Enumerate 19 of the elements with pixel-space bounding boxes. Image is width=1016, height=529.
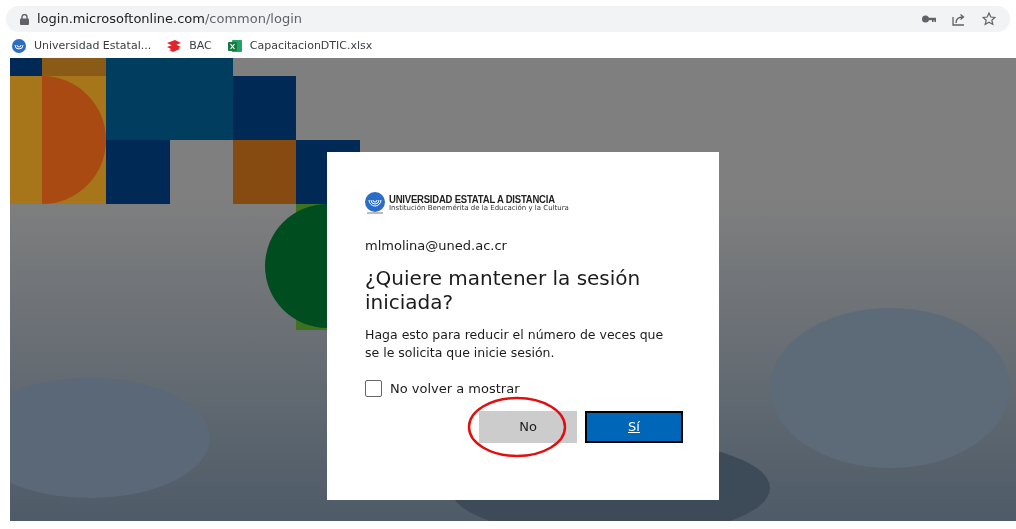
lock-icon bbox=[20, 13, 29, 25]
bookmark-link[interactable]: CapacitacionDTIC.xlsx bbox=[249, 37, 373, 55]
account-email: mlmolina@uned.ac.cr bbox=[365, 237, 508, 255]
yes-button[interactable]: Sí bbox=[585, 410, 683, 443]
university-logo-icon bbox=[365, 192, 385, 214]
dialog-title: ¿Quiere mantener la sesión iniciada? bbox=[365, 265, 642, 314]
checkbox-label: No volver a mostrar bbox=[390, 380, 520, 398]
bookmark-link[interactable]: BAC bbox=[189, 37, 212, 55]
star-icon[interactable] bbox=[982, 12, 996, 26]
university-name: UNIVERSIDAD ESTATAL A DISTANCIA bbox=[389, 192, 555, 205]
share-icon[interactable] bbox=[952, 12, 966, 26]
spreadsheet-icon bbox=[227, 39, 242, 53]
dialog-description: Haga esto para reducir el número de veces que se le solicita que inicie sesión. bbox=[365, 325, 665, 363]
bookmark-link[interactable]: Universidad Estatal... bbox=[34, 37, 152, 55]
checkbox[interactable] bbox=[365, 380, 382, 398]
globe-lines-icon bbox=[12, 39, 26, 53]
no-button[interactable]: No bbox=[479, 410, 577, 443]
key-icon[interactable] bbox=[922, 15, 936, 23]
bank-logo-icon bbox=[167, 40, 182, 52]
